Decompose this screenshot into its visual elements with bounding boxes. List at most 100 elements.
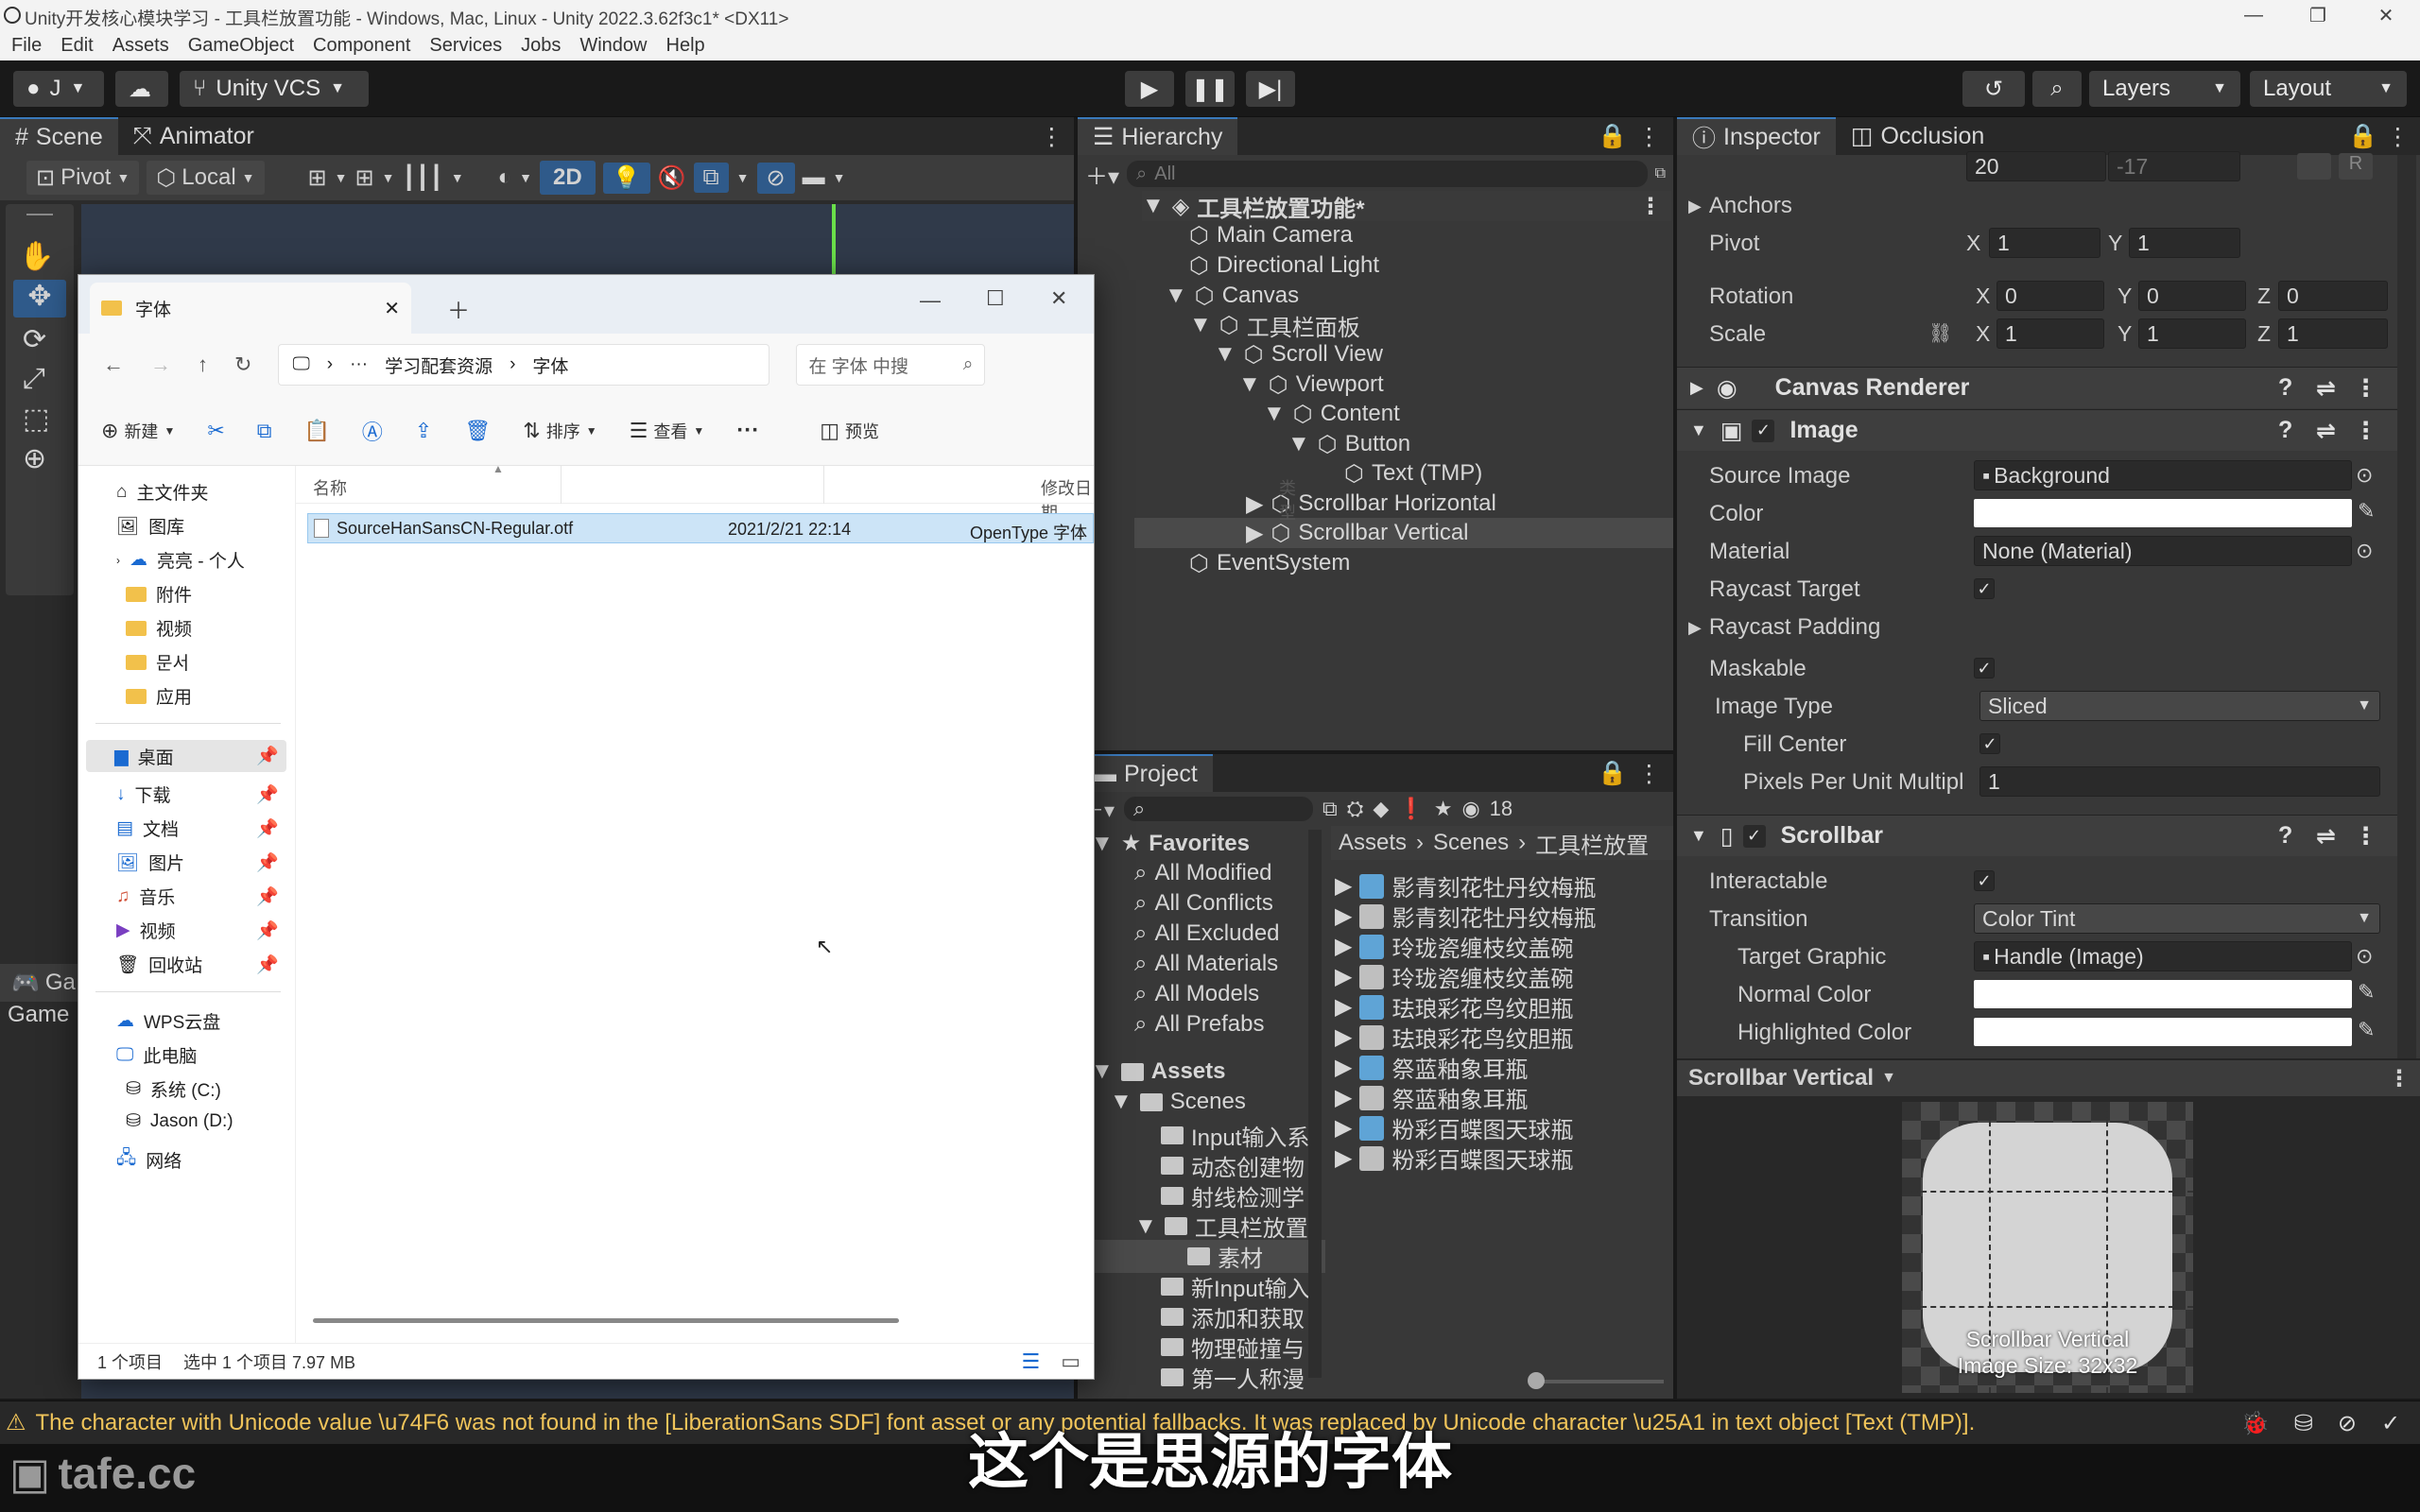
menu-component[interactable]: Component (303, 35, 420, 57)
source-image-field[interactable]: ▪ Background (1974, 460, 2352, 490)
normal-color-swatch[interactable] (1974, 980, 2352, 1008)
palette-grip[interactable] (26, 214, 53, 215)
scale-x-field[interactable]: 1 (1996, 318, 2104, 349)
effects-icon[interactable]: ⧉ (693, 163, 729, 193)
search-button[interactable]: ⌕ (2032, 71, 2082, 107)
image-component-header[interactable]: ▼ ▣ ✓ Image ? ⇌ ⋮ (1677, 409, 2397, 451)
pause-button[interactable]: ❚❚ (1185, 71, 1235, 107)
nav-home[interactable]: ⌂ 主文件夹 (116, 479, 209, 505)
lighting-icon[interactable]: 💡 (602, 162, 650, 194)
step-button[interactable]: ▶| (1246, 71, 1295, 107)
favorite-item[interactable]: ⌕ All Conflicts (1134, 890, 1273, 917)
more-options-icon[interactable]: ⋮ (1639, 193, 1662, 220)
scrollbar-enabled-checkbox[interactable]: ✓ (1742, 824, 1766, 848)
camera-icon[interactable]: ▬ (803, 164, 825, 191)
hierarchy-item-scrollbar-vertical[interactable]: ▶ ⬡ Scrollbar Vertical (1134, 518, 1673, 548)
scale-z-field[interactable]: 1 (2278, 318, 2388, 349)
assets-root[interactable]: ▼ Assets (1091, 1058, 1225, 1085)
asset-item[interactable]: ▶ 祭蓝釉象耳瓶 (1335, 1081, 1528, 1114)
project-folder[interactable]: 新Input输入 (1161, 1270, 1309, 1303)
filter-icon[interactable]: ⧉ (1655, 165, 1666, 182)
hierarchy-search-input[interactable]: ⌕ All (1127, 161, 1648, 187)
hierarchy-item-content[interactable]: ▼ ⬡ Content (1263, 399, 1400, 429)
target-graphic-field[interactable]: ▪ Handle (Image) (1974, 941, 2352, 971)
menu-help[interactable]: Help (657, 35, 715, 57)
asset-item[interactable]: ▶ 珐琅彩花鸟纹胆瓶 (1335, 990, 1573, 1023)
path-segment[interactable]: 字体 (532, 352, 568, 378)
shading-icon[interactable]: ◐ (498, 164, 512, 191)
history-button[interactable]: ↺ (1962, 71, 2025, 107)
menu-jobs[interactable]: Jobs (511, 35, 570, 57)
project-folder[interactable]: 动态创建物 (1161, 1149, 1305, 1182)
more-options-icon[interactable]: ⋮ (2386, 123, 2410, 151)
add-icon[interactable]: ＋▾ (1085, 158, 1119, 191)
layout-dropdown[interactable]: Layout ▼ (2250, 71, 2407, 107)
image-type-dropdown[interactable]: Sliced ▼ (1979, 691, 2380, 721)
eyedropper-icon[interactable]: ✎ (2358, 980, 2375, 1005)
menu-services[interactable]: Services (420, 35, 511, 57)
hierarchy-item-viewport[interactable]: ▼ ⬡ Viewport (1238, 369, 1384, 400)
project-folder[interactable]: 添加和获取 (1161, 1300, 1305, 1333)
fill-center-checkbox[interactable]: ✓ (1979, 733, 2000, 754)
eyedropper-icon[interactable]: ✎ (2358, 499, 2375, 524)
sort-button[interactable]: ⇅ 排序 ▼ (523, 419, 596, 443)
cloud-button[interactable]: ☁ (115, 71, 168, 107)
mode-2d-toggle[interactable]: 2D (540, 161, 596, 195)
nav-folder[interactable]: 视频 (126, 615, 192, 641)
copy-icon[interactable]: ⧉ (257, 419, 272, 443)
scale-y-field[interactable]: 1 (2138, 318, 2246, 349)
column-type[interactable]: 类型 (1279, 475, 1296, 524)
favorite-item[interactable]: ⌕ All Excluded (1134, 920, 1280, 947)
view-button[interactable]: ☰ 查看 ▼ (630, 419, 705, 443)
more-options-icon[interactable]: ⋮ (2354, 822, 2377, 850)
pivot-y-field[interactable]: 1 (2129, 228, 2240, 258)
pin-icon[interactable]: 📌 (256, 817, 279, 840)
nav-folder[interactable]: 문서 (126, 649, 189, 675)
nav-folder[interactable]: 应用 (126, 683, 192, 709)
lock-icon[interactable]: 🔒 (1598, 123, 1627, 150)
help-icon[interactable]: ? (2278, 417, 2292, 444)
rotation-x-field[interactable]: 0 (1996, 281, 2104, 311)
hierarchy-item-canvas[interactable]: ▼ ⬡ Canvas (1165, 281, 1299, 311)
breadcrumb-item[interactable]: Scenes (1433, 830, 1509, 856)
asset-item[interactable]: ▶ 玲珑瓷缠枝纹盖碗 (1335, 960, 1573, 993)
nav-folder[interactable]: 附件 (126, 581, 192, 607)
preview-header[interactable]: Scrollbar Vertical ▼ ⋮ (1677, 1058, 2420, 1096)
raycast-target-checkbox[interactable]: ✓ (1974, 578, 1995, 599)
canvas-renderer-header[interactable]: ▶ ◉ Canvas Renderer ? ⇌ ⋮ (1677, 367, 2397, 408)
pin-icon[interactable]: 📌 (256, 919, 279, 942)
maskable-checkbox[interactable]: ✓ (1974, 658, 1995, 679)
thumbnail-view-icon[interactable]: ▭ (1061, 1349, 1080, 1374)
nav-gallery[interactable]: 🖼 图库 (116, 513, 184, 539)
preset-icon[interactable]: ⇌ (2316, 374, 2336, 403)
close-icon[interactable]: ✕ (2354, 0, 2418, 30)
more-options-icon[interactable]: ⋮ (2354, 374, 2377, 403)
menu-window[interactable]: Window (570, 35, 656, 57)
lock-icon[interactable]: 🔒 (1598, 760, 1627, 787)
preview-pane-button[interactable]: ◫ 预览 (820, 419, 879, 443)
asset-item[interactable]: ▶ 影青刻花牡丹纹梅瓶 (1335, 900, 1596, 933)
local-dropdown[interactable]: ⬡ Local ▼ (147, 161, 265, 195)
pivot-dropdown[interactable]: ⊡ Pivot ▼ (26, 161, 140, 195)
project-folder[interactable]: Input输入系 (1161, 1119, 1309, 1152)
breadcrumb-item[interactable]: 工具栏放置 (1535, 827, 1649, 860)
interactable-checkbox[interactable]: ✓ (1974, 870, 1995, 891)
cut-icon[interactable]: ✂ (207, 419, 224, 443)
rotation-z-field[interactable]: 0 (2278, 281, 2388, 311)
asset-item[interactable]: ▶ 粉彩百蝶图天球瓶 (1335, 1111, 1573, 1144)
anchors-foldout[interactable]: ▶ Anchors (1688, 187, 2401, 225)
rotate-tool-icon[interactable]: ⟳ (23, 323, 46, 356)
rename-icon[interactable]: Ⓐ (362, 416, 383, 446)
new-button[interactable]: ⊕ 新建 ▼ (101, 419, 175, 443)
pin-icon[interactable]: 📌 (256, 885, 279, 908)
hierarchy-item-toolbar-panel[interactable]: ▼ ⬡ 工具栏面板 (1189, 310, 1360, 341)
address-input[interactable]: 🖵 › ··· 学习配套资源 › 字体 (278, 344, 770, 386)
tab-animator[interactable]: ⤧ Animator (118, 117, 269, 155)
tab-occlusion[interactable]: ◫ Occlusion (1836, 117, 1999, 155)
ruler-icon[interactable]: ┃┃┃ (402, 164, 442, 192)
explorer-search-input[interactable]: 在 字体 中搜 ⌕ (796, 344, 986, 386)
raw-edit-button[interactable]: R (2339, 153, 2373, 180)
tab-scene[interactable]: # Scene (0, 117, 118, 155)
type-filter-icon[interactable]: ⛭ (1347, 797, 1364, 821)
lock-icon[interactable]: 🔒 (2348, 123, 2377, 150)
